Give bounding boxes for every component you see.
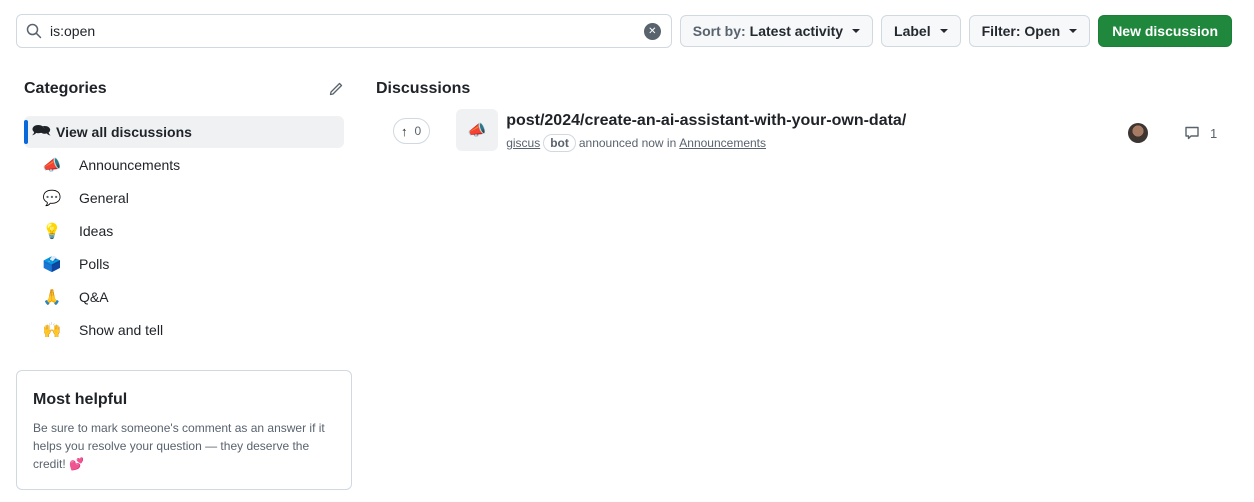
discussions-title: Discussions [376,80,471,97]
search-input[interactable] [50,23,644,39]
megaphone-icon: 📣 [467,122,487,139]
bot-badge: bot [543,134,576,152]
category-emoji-icon: 🙌 [42,322,62,339]
avatar[interactable] [1128,123,1148,143]
sidebar-item-label: Ideas [79,223,114,239]
category-emoji-icon: 🗳️ [42,256,62,273]
caret-down-icon [939,29,948,33]
discussion-info: post/2024/create-an-ai-assistant-with-yo… [506,109,906,152]
sidebar-item-label: Show and tell [79,322,164,338]
discussion-meta: giscus bot announced now in Announcement… [506,134,906,152]
discussion-title-link[interactable]: post/2024/create-an-ai-assistant-with-yo… [506,112,906,130]
discussions-panel: Discussions ↑ 0 📣 post/2024/create-an-ai… [376,72,1232,159]
comment-count-value: 1 [1210,125,1218,141]
sidebar-item-label: Polls [79,256,110,272]
category-emoji-icon: 🗪 [32,121,51,139]
category-emoji-icon: 💡 [42,223,62,240]
label-dropdown[interactable]: Label [881,15,961,47]
sidebar-item-general[interactable]: 💬 General [24,182,344,214]
arrow-up-icon: ↑ [401,123,408,139]
caret-down-icon [1069,29,1078,33]
clear-search-icon[interactable]: ✕ [643,22,661,40]
sidebar-item-q-a[interactable]: 🙏 Q&A [24,281,344,313]
most-helpful-card: Most helpful Be sure to mark someone's c… [16,370,352,490]
category-link[interactable]: Announcements [679,136,766,150]
toolbar: ✕ Sort by: Latest activity Label Filter:… [16,14,1232,48]
sidebar-item-polls[interactable]: 🗳️ Polls [24,248,344,280]
categories-list: 🗪 View all discussions 📣 Announcements 💬 Gene… [16,116,352,346]
caret-down-icon [852,29,861,33]
pencil-icon[interactable] [328,81,344,97]
discussion-action: announced now in [578,136,677,150]
upvote-button[interactable]: ↑ 0 [393,118,431,144]
sort-dropdown[interactable]: Sort by: Latest activity [679,15,874,47]
sidebar-item-announcements[interactable]: 📣 Announcements [24,149,344,181]
sidebar-item-show-and-tell[interactable]: 🙌 Show and tell [24,314,344,346]
sidebar-item-view-all-discussions[interactable]: 🗪 View all discussions [24,116,344,148]
category-emoji-icon: 🙏 [42,289,62,306]
sort-prefix: Sort by: [692,23,746,39]
vote-count: 0 [414,124,422,138]
sidebar-item-label: Announcements [79,157,181,173]
most-helpful-text: Be sure to mark someone's comment as an … [33,421,325,471]
filter-dropdown[interactable]: Filter: Open [968,15,1091,47]
category-emoji-icon: 📣 [42,157,62,174]
discussion-row[interactable]: ↑ 0 📣 post/2024/create-an-ai-assistant-w… [376,109,1232,159]
search-icon [26,23,42,39]
sort-value: Latest activity [749,23,844,39]
comment-icon [1185,126,1199,140]
new-discussion-button[interactable]: New discussion [1098,15,1232,47]
categories-header: Categories [16,72,352,106]
sidebar-item-label: View all discussions [56,124,192,140]
sidebar-item-label: Q&A [79,289,109,305]
label-dropdown-text: Label [894,23,931,39]
search-box[interactable]: ✕ [16,14,672,48]
sidebar-item-ideas[interactable]: 💡 Ideas [24,215,344,247]
filter-dropdown-text: Filter: Open [981,23,1061,39]
comment-count[interactable]: 1 [1184,125,1217,141]
sidebar-item-label: General [79,190,129,206]
categories-sidebar: Categories 🗪 View all discussions 📣 Announc… [16,72,352,347]
categories-title: Categories [24,80,107,97]
category-icon-tile: 📣 [456,109,499,151]
most-helpful-title: Most helpful [33,391,128,408]
category-emoji-icon: 💬 [42,190,62,207]
author-link[interactable]: giscus [506,136,540,150]
